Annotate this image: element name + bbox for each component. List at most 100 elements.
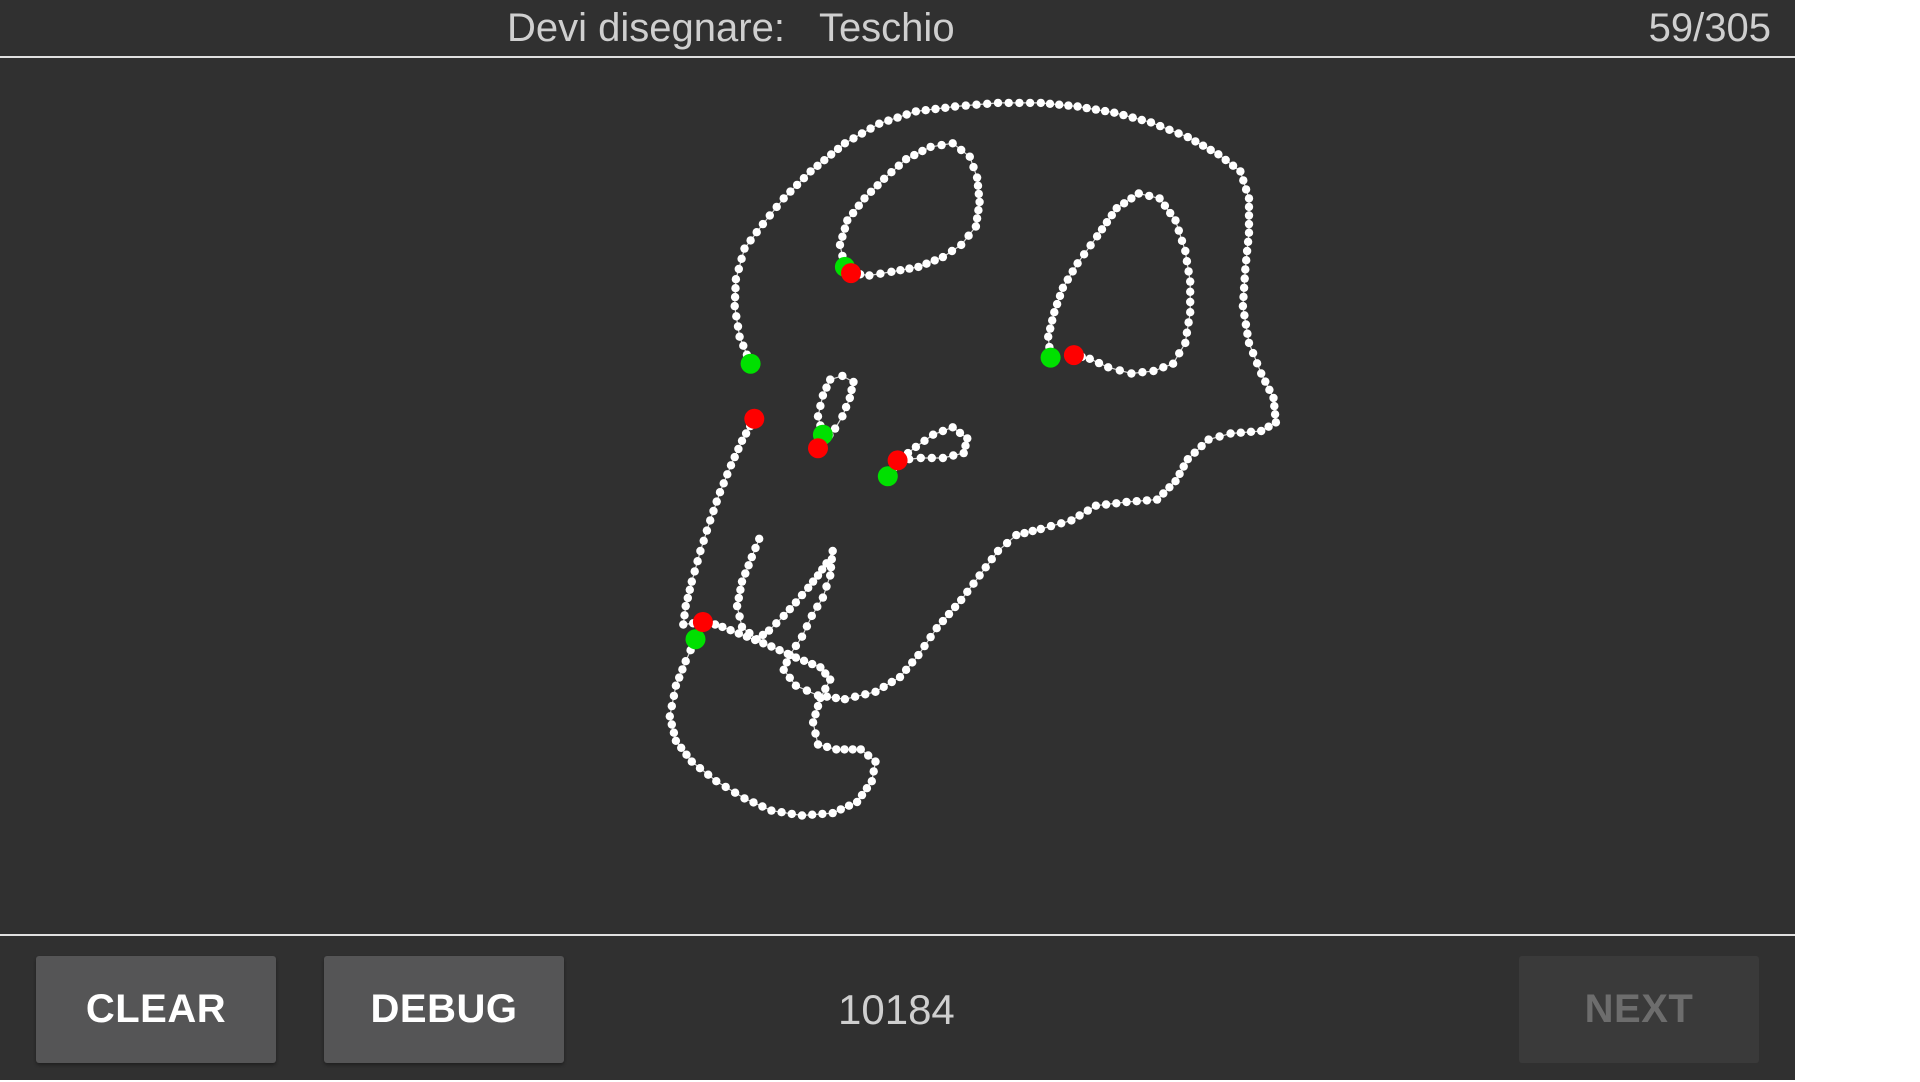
stroke-point bbox=[734, 264, 743, 274]
stroke-point bbox=[736, 585, 745, 594]
stroke-point bbox=[993, 546, 1003, 556]
stroke-point bbox=[1145, 191, 1154, 201]
stroke-point bbox=[1152, 495, 1162, 504]
stroke-point bbox=[731, 275, 741, 284]
next-button[interactable]: NEXT bbox=[1519, 956, 1759, 1063]
stroke-point bbox=[876, 269, 885, 278]
stroke-point bbox=[926, 632, 935, 642]
debug-button[interactable]: DEBUG bbox=[324, 956, 564, 1063]
stroke-point bbox=[816, 693, 825, 703]
stroke-point bbox=[867, 777, 876, 786]
stroke-point bbox=[699, 536, 708, 545]
stroke-start-marker bbox=[685, 629, 706, 650]
stroke-point bbox=[782, 658, 791, 667]
stroke-point bbox=[723, 470, 732, 479]
stroke-point bbox=[955, 428, 965, 438]
stroke-point bbox=[1239, 176, 1248, 185]
stroke-point bbox=[777, 808, 786, 817]
stroke-point bbox=[950, 602, 960, 612]
stroke-point bbox=[1055, 100, 1064, 109]
stroke-point bbox=[683, 593, 692, 603]
stroke-point bbox=[813, 740, 823, 749]
stroke-point bbox=[1057, 519, 1066, 528]
stroke-point bbox=[1270, 410, 1280, 419]
progress-counter: 59/305 bbox=[1648, 6, 1771, 50]
stroke-point bbox=[719, 479, 728, 488]
stroke-point bbox=[901, 155, 911, 164]
stroke-point bbox=[1119, 199, 1129, 208]
stroke-point bbox=[807, 611, 816, 621]
stroke-point bbox=[785, 605, 794, 614]
stroke-point bbox=[1240, 311, 1249, 320]
stroke-point bbox=[1073, 102, 1082, 111]
drawing-canvas[interactable] bbox=[0, 58, 1795, 934]
stroke-point bbox=[856, 745, 865, 754]
stroke-point bbox=[1171, 477, 1180, 486]
stroke-point bbox=[857, 790, 867, 800]
stroke-point bbox=[1184, 267, 1193, 276]
stroke-point bbox=[875, 119, 884, 128]
stroke-point bbox=[741, 569, 750, 578]
stroke-point bbox=[755, 534, 764, 543]
stroke-point bbox=[737, 254, 746, 263]
stroke-point bbox=[974, 189, 983, 199]
stroke-point bbox=[695, 764, 705, 773]
stroke-point bbox=[1063, 275, 1073, 284]
stroke-point bbox=[827, 150, 836, 159]
stroke-point bbox=[922, 259, 931, 268]
stroke-point bbox=[1242, 256, 1251, 265]
stroke-point bbox=[799, 656, 809, 665]
stroke-point bbox=[1175, 469, 1184, 479]
stroke-point bbox=[749, 798, 758, 807]
header-bar: Devi disegnare: Teschio 59/305 bbox=[0, 0, 1795, 58]
stroke-point bbox=[1085, 354, 1095, 363]
stroke-point bbox=[671, 681, 681, 690]
prompt-label: Devi disegnare: bbox=[507, 6, 785, 50]
stroke-point bbox=[1239, 292, 1248, 302]
stroke-end-marker bbox=[808, 438, 828, 459]
stroke-point bbox=[1112, 499, 1121, 508]
stroke-point bbox=[704, 770, 713, 779]
stroke-point bbox=[1073, 259, 1082, 268]
stroke-point bbox=[1236, 428, 1246, 437]
stroke-point bbox=[938, 426, 948, 436]
stroke-point bbox=[1083, 506, 1093, 515]
stroke-point bbox=[702, 526, 712, 535]
stroke-point bbox=[871, 687, 880, 696]
stroke-point bbox=[832, 745, 841, 754]
stroke-point bbox=[1182, 257, 1192, 266]
stroke-point bbox=[843, 216, 852, 225]
stroke-point bbox=[947, 246, 957, 256]
stroke-point bbox=[972, 173, 982, 182]
stroke-point bbox=[873, 181, 882, 190]
stroke-point bbox=[680, 611, 689, 620]
stroke-point bbox=[767, 642, 776, 651]
stroke-point bbox=[735, 332, 744, 341]
clear-button[interactable]: CLEAR bbox=[36, 956, 276, 1063]
stroke-point bbox=[963, 434, 972, 443]
stroke-point bbox=[931, 104, 940, 114]
stroke-point bbox=[1028, 526, 1037, 536]
stroke-point bbox=[973, 181, 983, 190]
stroke-point bbox=[669, 691, 679, 701]
stroke-point bbox=[685, 585, 694, 594]
stroke-point bbox=[826, 571, 835, 580]
stroke-point bbox=[847, 385, 856, 395]
stroke-point bbox=[741, 429, 751, 438]
stroke-point bbox=[974, 206, 983, 215]
stroke-point bbox=[1102, 218, 1112, 227]
stroke-point bbox=[969, 162, 978, 172]
stroke-point bbox=[791, 653, 801, 662]
stroke-point bbox=[797, 811, 807, 820]
stroke-point bbox=[675, 673, 684, 682]
stroke-point bbox=[1171, 216, 1180, 225]
stroke-point bbox=[866, 187, 876, 196]
stroke-point bbox=[860, 194, 869, 203]
stroke-point bbox=[820, 156, 829, 165]
stroke-point bbox=[1215, 432, 1224, 441]
stroke-point bbox=[1264, 422, 1273, 431]
stroke-point bbox=[1138, 368, 1147, 377]
stroke-point bbox=[787, 809, 796, 819]
stroke-point bbox=[1221, 155, 1230, 165]
stroke-point bbox=[822, 742, 832, 752]
